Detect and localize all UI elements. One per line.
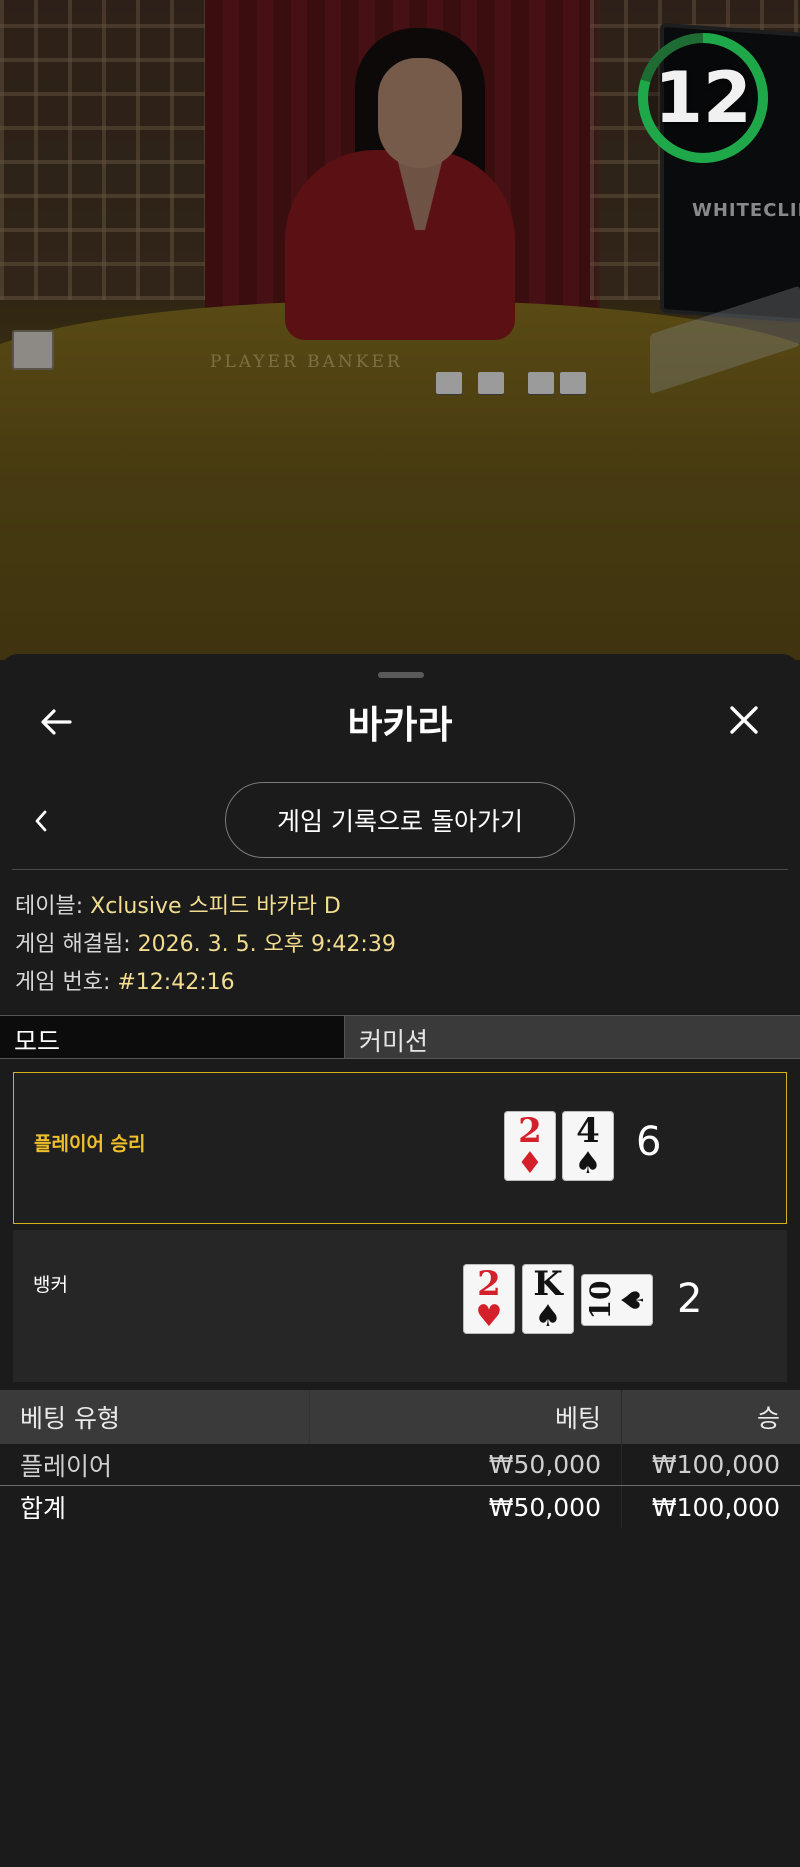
game-number-value: #12:42:16 — [117, 970, 235, 995]
drag-handle[interactable] — [378, 672, 424, 678]
close-icon[interactable] — [724, 700, 764, 740]
table-row: 플레이어 ₩50,000 ₩100,000 — [0, 1444, 800, 1486]
card-rank: 4 — [576, 1111, 600, 1151]
spade-suit-icon: ♠ — [534, 1299, 562, 1334]
player-result-label: 플레이어 승리 — [34, 1133, 146, 1155]
diamond-suit-icon: ♦ — [516, 1146, 544, 1181]
bet-type-cell: 플레이어 — [20, 1451, 113, 1481]
card-rank: K — [533, 1264, 563, 1304]
playing-card: K ♠ — [522, 1264, 574, 1334]
mode-value: 커미션 — [345, 1016, 800, 1058]
card-rank: 2 — [518, 1111, 542, 1151]
mode-label: 모드 — [0, 1016, 345, 1058]
game-number-label: 게임 번호: — [15, 970, 118, 995]
game-detail-panel: 바카라 게임 기록으로 돌아가기 테이블: Xclusive 스피드 바카라 D… — [0, 654, 800, 1867]
header-bet-type: 베팅 유형 — [0, 1390, 310, 1444]
bet-amount-cell: ₩50,000 — [310, 1444, 622, 1485]
player-hand: 플레이어 승리 2 ♦ 4 ♠ 6 — [13, 1072, 787, 1224]
playing-card-sideways: 10 ♠ — [581, 1274, 653, 1326]
table-label: 테이블: — [15, 894, 91, 919]
playing-card: 2 ♦ — [504, 1111, 556, 1181]
banker-label: 뱅커 — [33, 1274, 68, 1296]
resolved-label: 게임 해결됨: — [15, 932, 138, 957]
total-row: 합계 ₩50,000 ₩100,000 — [0, 1486, 800, 1528]
bets-table: 베팅 유형 베팅 승 플레이어 ₩50,000 ₩100,000 합계 ₩50,… — [0, 1390, 800, 1528]
chevron-left-icon[interactable] — [26, 806, 56, 836]
resolved-info: 게임 해결됨: 2026. 3. 5. 오후 9:42:39 — [15, 926, 396, 958]
back-to-history-button[interactable]: 게임 기록으로 돌아가기 — [225, 782, 575, 858]
total-label: 합계 — [20, 1494, 67, 1523]
table-header: 베팅 유형 베팅 승 — [0, 1390, 800, 1444]
countdown-timer: 12 — [654, 57, 752, 139]
divider — [12, 869, 788, 870]
banker-score: 2 — [677, 1276, 703, 1322]
playing-card: 4 ♠ — [562, 1111, 614, 1181]
total-bet: ₩50,000 — [310, 1486, 622, 1528]
header-win: 승 — [756, 1404, 780, 1433]
card-rank: 2 — [477, 1264, 501, 1304]
game-number-info: 게임 번호: #12:42:16 — [15, 964, 235, 996]
spade-suit-icon: ♠ — [574, 1146, 602, 1181]
playing-card: 2 ♥ — [463, 1264, 515, 1334]
win-amount-cell: ₩100,000 — [651, 1450, 780, 1479]
page-title: 바카라 — [347, 703, 453, 747]
banker-hand: 뱅커 2 ♥ K ♠ 10 ♠ 2 — [13, 1230, 787, 1382]
mode-row: 모드 커미션 — [0, 1015, 800, 1059]
header-bet: 베팅 — [310, 1390, 622, 1444]
card-rank: 10 — [584, 1280, 617, 1320]
total-win: ₩100,000 — [651, 1492, 780, 1522]
spade-suit-icon: ♠ — [616, 1286, 651, 1314]
resolved-value: 2026. 3. 5. 오후 9:42:39 — [137, 932, 396, 957]
table-info: 테이블: Xclusive 스피드 바카라 D — [15, 888, 341, 920]
live-video-stream: WHITECLIFF PLAYER BANKER 12 — [0, 0, 800, 660]
table-value: Xclusive 스피드 바카라 D — [90, 894, 341, 919]
player-score: 6 — [636, 1119, 662, 1165]
heart-suit-icon: ♥ — [475, 1299, 503, 1334]
